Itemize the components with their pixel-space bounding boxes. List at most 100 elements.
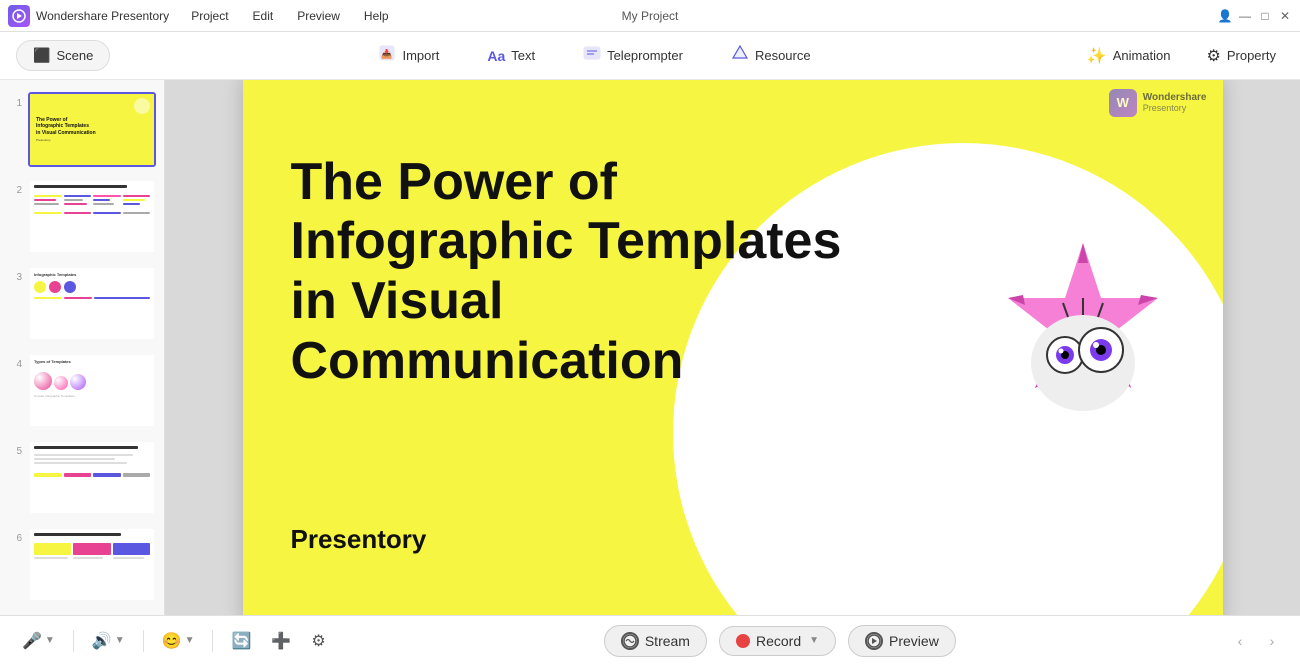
slide-thumb-6-img — [30, 529, 154, 600]
slide-thumb-3: Infographic Templates — [28, 266, 156, 341]
import-label: Import — [402, 48, 439, 63]
teleprompter-tool[interactable]: Teleprompter — [575, 38, 691, 73]
camera-settings-tool[interactable]: ⚙ — [305, 627, 331, 655]
divider-3 — [212, 630, 213, 652]
slide-thumb-2 — [28, 179, 156, 254]
scene-label: Scene — [56, 48, 93, 63]
profile-icon[interactable]: 👤 — [1218, 9, 1232, 23]
menu-edit[interactable]: Edit — [243, 5, 284, 27]
import-tool[interactable]: 📥 Import — [370, 38, 447, 73]
camera-flip-icon: 🔄 — [231, 631, 251, 651]
scene-icon: ⬛ — [33, 47, 50, 64]
watermark: W Wondershare Presentory — [1109, 89, 1207, 117]
toolbar-right: ✨ Animation ⚙ Property — [1079, 40, 1284, 72]
slide-number-2: 2 — [8, 185, 22, 196]
slide-thumb-5-img — [30, 442, 154, 513]
thumb-3-title: Infographic Templates — [34, 272, 150, 277]
preview-icon — [865, 632, 883, 650]
menu-project[interactable]: Project — [181, 5, 238, 27]
preview-label: Preview — [889, 633, 939, 649]
text-tool[interactable]: Aa Text — [479, 42, 543, 70]
slide-item-1[interactable]: 1 The Power ofInfographic Templatesin Vi… — [6, 88, 158, 171]
stream-label: Stream — [645, 633, 690, 649]
thumb-2-grid — [34, 195, 150, 205]
thumb-1-title: The Power ofInfographic Templatesin Visu… — [36, 117, 148, 137]
camera-flip-tool[interactable]: 🔄 — [225, 627, 257, 655]
slide-thumb-7 — [28, 614, 156, 615]
scene-button[interactable]: ⬛ Scene — [16, 40, 110, 71]
bottom-center: Stream Record ▼ Preview — [604, 625, 956, 657]
slide-item-4[interactable]: 4 Types of Templates Circular Infographi… — [6, 349, 158, 432]
menu-preview[interactable]: Preview — [287, 5, 350, 27]
speaker-chevron: ▼ — [115, 635, 125, 646]
preview-button[interactable]: Preview — [848, 625, 956, 657]
minimize-button[interactable]: — — [1238, 9, 1252, 23]
resource-tool[interactable]: Resource — [723, 38, 819, 73]
slide-title-line3: in Visual Communication — [291, 272, 684, 390]
svg-text:📥: 📥 — [382, 48, 393, 59]
toolbar: ⬛ Scene 📥 Import Aa Text Teleprompter Re… — [0, 32, 1300, 80]
close-button[interactable]: ✕ — [1278, 9, 1292, 23]
slide-title-line2: Infographic Templates — [291, 212, 842, 270]
bottom-left: 🎤 ▼ 🔊 ▼ 😊 ▼ 🔄 ➕ ⚙ — [16, 627, 332, 655]
thumb-3-circles — [34, 281, 150, 293]
next-slide-button[interactable]: › — [1260, 629, 1284, 653]
mic-chevron: ▼ — [45, 635, 55, 646]
camera-add-tool[interactable]: ➕ — [265, 627, 297, 655]
slide-title-line1: The Power of — [291, 153, 617, 211]
main-content: 1 The Power ofInfographic Templatesin Vi… — [0, 80, 1300, 615]
slide-subtitle: Presentory — [291, 524, 427, 555]
watermark-line1: Wondershare — [1143, 92, 1207, 103]
slide-number-4: 4 — [8, 359, 22, 370]
slide-thumb-6 — [28, 527, 156, 602]
teleprompter-icon — [583, 44, 601, 67]
property-label: Property — [1227, 48, 1276, 63]
camera-settings-icon: ⚙ — [311, 631, 325, 651]
speaker-tool[interactable]: 🔊 ▼ — [86, 627, 131, 655]
slide-thumb-4-img: Types of Templates Circular Infographic … — [30, 355, 154, 426]
animation-icon: ✨ — [1087, 46, 1107, 66]
toolbar-left: ⬛ Scene — [16, 40, 110, 71]
slide-thumb-2-img — [30, 181, 154, 252]
bottom-bar: 🎤 ▼ 🔊 ▼ 😊 ▼ 🔄 ➕ ⚙ — [0, 615, 1300, 665]
animation-tool[interactable]: ✨ Animation — [1079, 40, 1179, 72]
watermark-text: Wondershare Presentory — [1143, 92, 1207, 113]
resource-label: Resource — [755, 48, 811, 63]
slide-number-3: 3 — [8, 272, 22, 283]
mic-tool[interactable]: 🎤 ▼ — [16, 627, 61, 655]
emoji-chevron: ▼ — [185, 635, 195, 646]
slide-item-3[interactable]: 3 Infographic Templates — [6, 262, 158, 345]
monster-character — [983, 233, 1163, 433]
slide-item-2[interactable]: 2 — [6, 175, 158, 258]
slide-item-6[interactable]: 6 — [6, 523, 158, 606]
slide-thumb-3-img: Infographic Templates — [30, 268, 154, 339]
stream-button[interactable]: Stream — [604, 625, 707, 657]
divider-2 — [143, 630, 144, 652]
project-title: My Project — [622, 9, 679, 23]
app-logo-icon — [8, 5, 30, 27]
mic-icon: 🎤 — [22, 631, 42, 651]
slide-item-7[interactable]: 7 — [6, 610, 158, 615]
record-chevron: ▼ — [809, 635, 819, 646]
watermark-line2: Presentory — [1143, 103, 1207, 113]
divider-1 — [73, 630, 74, 652]
slide-thumb-1: The Power ofInfographic Templatesin Visu… — [28, 92, 156, 167]
record-button[interactable]: Record ▼ — [719, 626, 836, 656]
animation-label: Animation — [1113, 48, 1171, 63]
slide-item-5[interactable]: 5 — [6, 436, 158, 519]
property-icon: ⚙ — [1207, 46, 1221, 66]
slide-canvas: W Wondershare Presentory The Power of In… — [243, 80, 1223, 615]
maximize-button[interactable]: □ — [1258, 9, 1272, 23]
text-icon: Aa — [487, 48, 505, 64]
menu-help[interactable]: Help — [354, 5, 399, 27]
slide-number-5: 5 — [8, 446, 22, 457]
prev-slide-button[interactable]: ‹ — [1228, 629, 1252, 653]
emoji-tool[interactable]: 😊 ▼ — [156, 627, 201, 655]
text-label: Text — [511, 48, 535, 63]
toolbar-center: 📥 Import Aa Text Teleprompter Resource — [370, 38, 818, 73]
resource-icon — [731, 44, 749, 67]
teleprompter-label: Teleprompter — [607, 48, 683, 63]
property-tool[interactable]: ⚙ Property — [1199, 40, 1284, 72]
slide-thumb-1-img: The Power ofInfographic Templatesin Visu… — [30, 94, 154, 165]
camera-add-icon: ➕ — [271, 631, 291, 651]
